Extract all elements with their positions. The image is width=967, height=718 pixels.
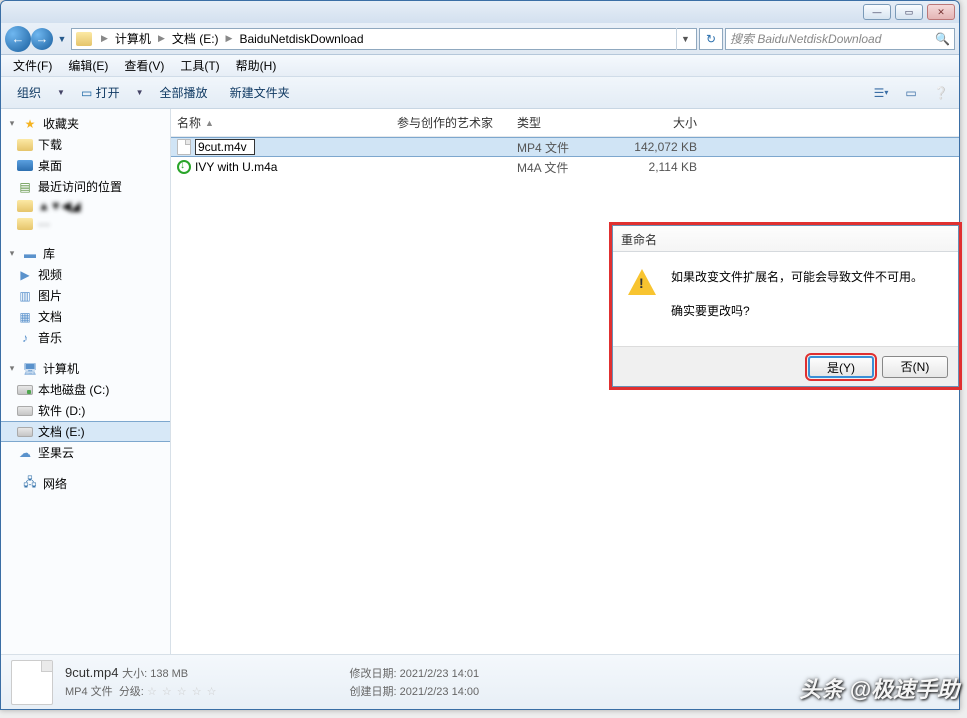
tree-computer[interactable]: ▾🖥计算机 xyxy=(1,358,170,379)
rating-stars[interactable]: ☆ ☆ ☆ ☆ ☆ xyxy=(147,686,218,698)
col-type[interactable]: 类型 xyxy=(517,114,627,131)
chevron-down-icon[interactable]: ▼ xyxy=(53,88,69,97)
file-size: 142,072 KB xyxy=(627,140,707,154)
preview-pane-button[interactable]: ▭ xyxy=(899,82,923,104)
titlebar: — ▭ ✕ xyxy=(1,1,959,23)
tree-recent[interactable]: ▤最近访问的位置 xyxy=(1,176,170,197)
tree-music[interactable]: ♪音乐 xyxy=(1,327,170,348)
menu-view[interactable]: 查看(V) xyxy=(116,55,172,76)
playall-button[interactable]: 全部播放 xyxy=(150,80,218,105)
tree-custom-folder[interactable]: ··· xyxy=(1,215,170,233)
tree-favorites[interactable]: ▾★收藏夹 xyxy=(1,113,170,134)
warning-icon xyxy=(627,268,657,296)
col-size[interactable]: 大小 xyxy=(627,114,707,131)
details-created: 2021/2/23 14:00 xyxy=(400,686,480,698)
audio-icon xyxy=(177,160,191,174)
tree-custom-folder[interactable]: ▲▼◀◢ xyxy=(1,197,170,215)
menu-help[interactable]: 帮助(H) xyxy=(228,55,285,76)
tree-downloads[interactable]: 下载 xyxy=(1,134,170,155)
col-name[interactable]: 名称 xyxy=(177,114,201,131)
forward-button[interactable]: → xyxy=(31,28,53,50)
crumb-drive[interactable]: 文档 (E:) xyxy=(172,30,219,47)
tree-pictures[interactable]: ▥图片 xyxy=(1,285,170,306)
organize-button[interactable]: 组织 xyxy=(7,80,51,105)
close-button[interactable]: ✕ xyxy=(927,4,955,20)
menu-bar: 文件(F) 编辑(E) 查看(V) 工具(T) 帮助(H) xyxy=(1,55,959,77)
folder-icon xyxy=(76,32,92,46)
menu-tools[interactable]: 工具(T) xyxy=(172,55,227,76)
rename-dialog-highlight: 重命名 如果改变文件扩展名，可能会导致文件不可用。 确实要更改吗? 是(Y) 否… xyxy=(609,222,962,390)
search-placeholder: 搜索 BaiduNetdiskDownload xyxy=(730,30,881,47)
file-icon xyxy=(177,139,191,155)
col-artist[interactable]: 参与创作的艺术家 xyxy=(397,114,517,131)
search-icon: 🔍 xyxy=(935,32,950,46)
file-size: 2,114 KB xyxy=(627,160,707,174)
sort-icon: ▲ xyxy=(205,118,214,128)
view-options-button[interactable]: ☰▾ xyxy=(869,82,893,104)
tree-desktop[interactable]: 桌面 xyxy=(1,155,170,176)
nav-history-dropdown[interactable]: ▼ xyxy=(55,34,69,44)
rename-input[interactable]: 9cut.m4v xyxy=(195,139,255,155)
tree-videos[interactable]: ▶视频 xyxy=(1,264,170,285)
watermark: 头条 @极速手助 xyxy=(799,672,959,704)
yes-button[interactable]: 是(Y) xyxy=(808,356,874,378)
file-type: M4A 文件 xyxy=(517,159,627,176)
crumb-folder[interactable]: BaiduNetdiskDownload xyxy=(239,32,363,46)
tree-documents[interactable]: ▦文档 xyxy=(1,306,170,327)
menu-edit[interactable]: 编辑(E) xyxy=(60,55,116,76)
toolbar: 组织▼ ▭ 打开▼ 全部播放 新建文件夹 ☰▾ ▭ ❔ xyxy=(1,77,959,109)
chevron-right-icon: ▶ xyxy=(155,33,168,44)
navigation-tree[interactable]: ▾★收藏夹 下载 桌面 ▤最近访问的位置 ▲▼◀◢ ··· ▾▬库 ▶视频 ▥图… xyxy=(1,109,171,654)
file-name: IVY with U.m4a xyxy=(195,160,277,174)
details-modified: 2021/2/23 14:01 xyxy=(400,668,480,680)
file-type: MP4 文件 xyxy=(517,139,627,156)
maximize-button[interactable]: ▭ xyxy=(895,4,923,20)
file-thumbnail xyxy=(11,660,53,705)
menu-file[interactable]: 文件(F) xyxy=(5,55,60,76)
address-bar: ← → ▼ ▶ 计算机 ▶ 文档 (E:) ▶ BaiduNetdiskDown… xyxy=(1,23,959,55)
open-button[interactable]: ▭ 打开 xyxy=(71,80,130,105)
column-headers[interactable]: 名称 ▲ 参与创作的艺术家 类型 大小 xyxy=(171,109,959,137)
dialog-message-1: 如果改变文件扩展名，可能会导致文件不可用。 xyxy=(671,268,923,286)
tree-drive-c[interactable]: 本地磁盘 (C:) xyxy=(1,379,170,400)
path-dropdown[interactable]: ▼ xyxy=(676,28,694,50)
tree-drive-d[interactable]: 软件 (D:) xyxy=(1,400,170,421)
tree-drive-e[interactable]: 文档 (E:) xyxy=(1,421,170,442)
back-button[interactable]: ← xyxy=(5,26,31,52)
tree-network[interactable]: 🖧网络 xyxy=(1,473,170,494)
rename-dialog: 重命名 如果改变文件扩展名，可能会导致文件不可用。 确实要更改吗? 是(Y) 否… xyxy=(612,225,959,387)
details-type: MP4 文件 xyxy=(65,686,113,698)
chevron-down-icon[interactable]: ▼ xyxy=(132,88,148,97)
chevron-right-icon: ▶ xyxy=(98,33,111,44)
dialog-message-2: 确实要更改吗? xyxy=(671,302,923,320)
refresh-button[interactable]: ↻ xyxy=(699,28,723,50)
search-input[interactable]: 搜索 BaiduNetdiskDownload 🔍 xyxy=(725,28,955,50)
file-row[interactable]: 9cut.m4v MP4 文件 142,072 KB xyxy=(171,137,959,157)
help-button[interactable]: ❔ xyxy=(929,82,953,104)
crumb-computer[interactable]: 计算机 xyxy=(115,30,151,47)
details-filename: 9cut.mp4 xyxy=(65,665,118,680)
no-button[interactable]: 否(N) xyxy=(882,356,948,378)
tree-jianguo[interactable]: ☁坚果云 xyxy=(1,442,170,463)
chevron-right-icon: ▶ xyxy=(223,33,236,44)
minimize-button[interactable]: — xyxy=(863,4,891,20)
dialog-title: 重命名 xyxy=(613,226,958,252)
file-row[interactable]: IVY with U.m4a M4A 文件 2,114 KB xyxy=(171,157,959,177)
file-rows: 9cut.m4v MP4 文件 142,072 KB IVY with U.m4… xyxy=(171,137,959,654)
breadcrumb[interactable]: ▶ 计算机 ▶ 文档 (E:) ▶ BaiduNetdiskDownload ▼ xyxy=(71,28,697,50)
newfolder-button[interactable]: 新建文件夹 xyxy=(220,80,300,105)
tree-libraries[interactable]: ▾▬库 xyxy=(1,243,170,264)
